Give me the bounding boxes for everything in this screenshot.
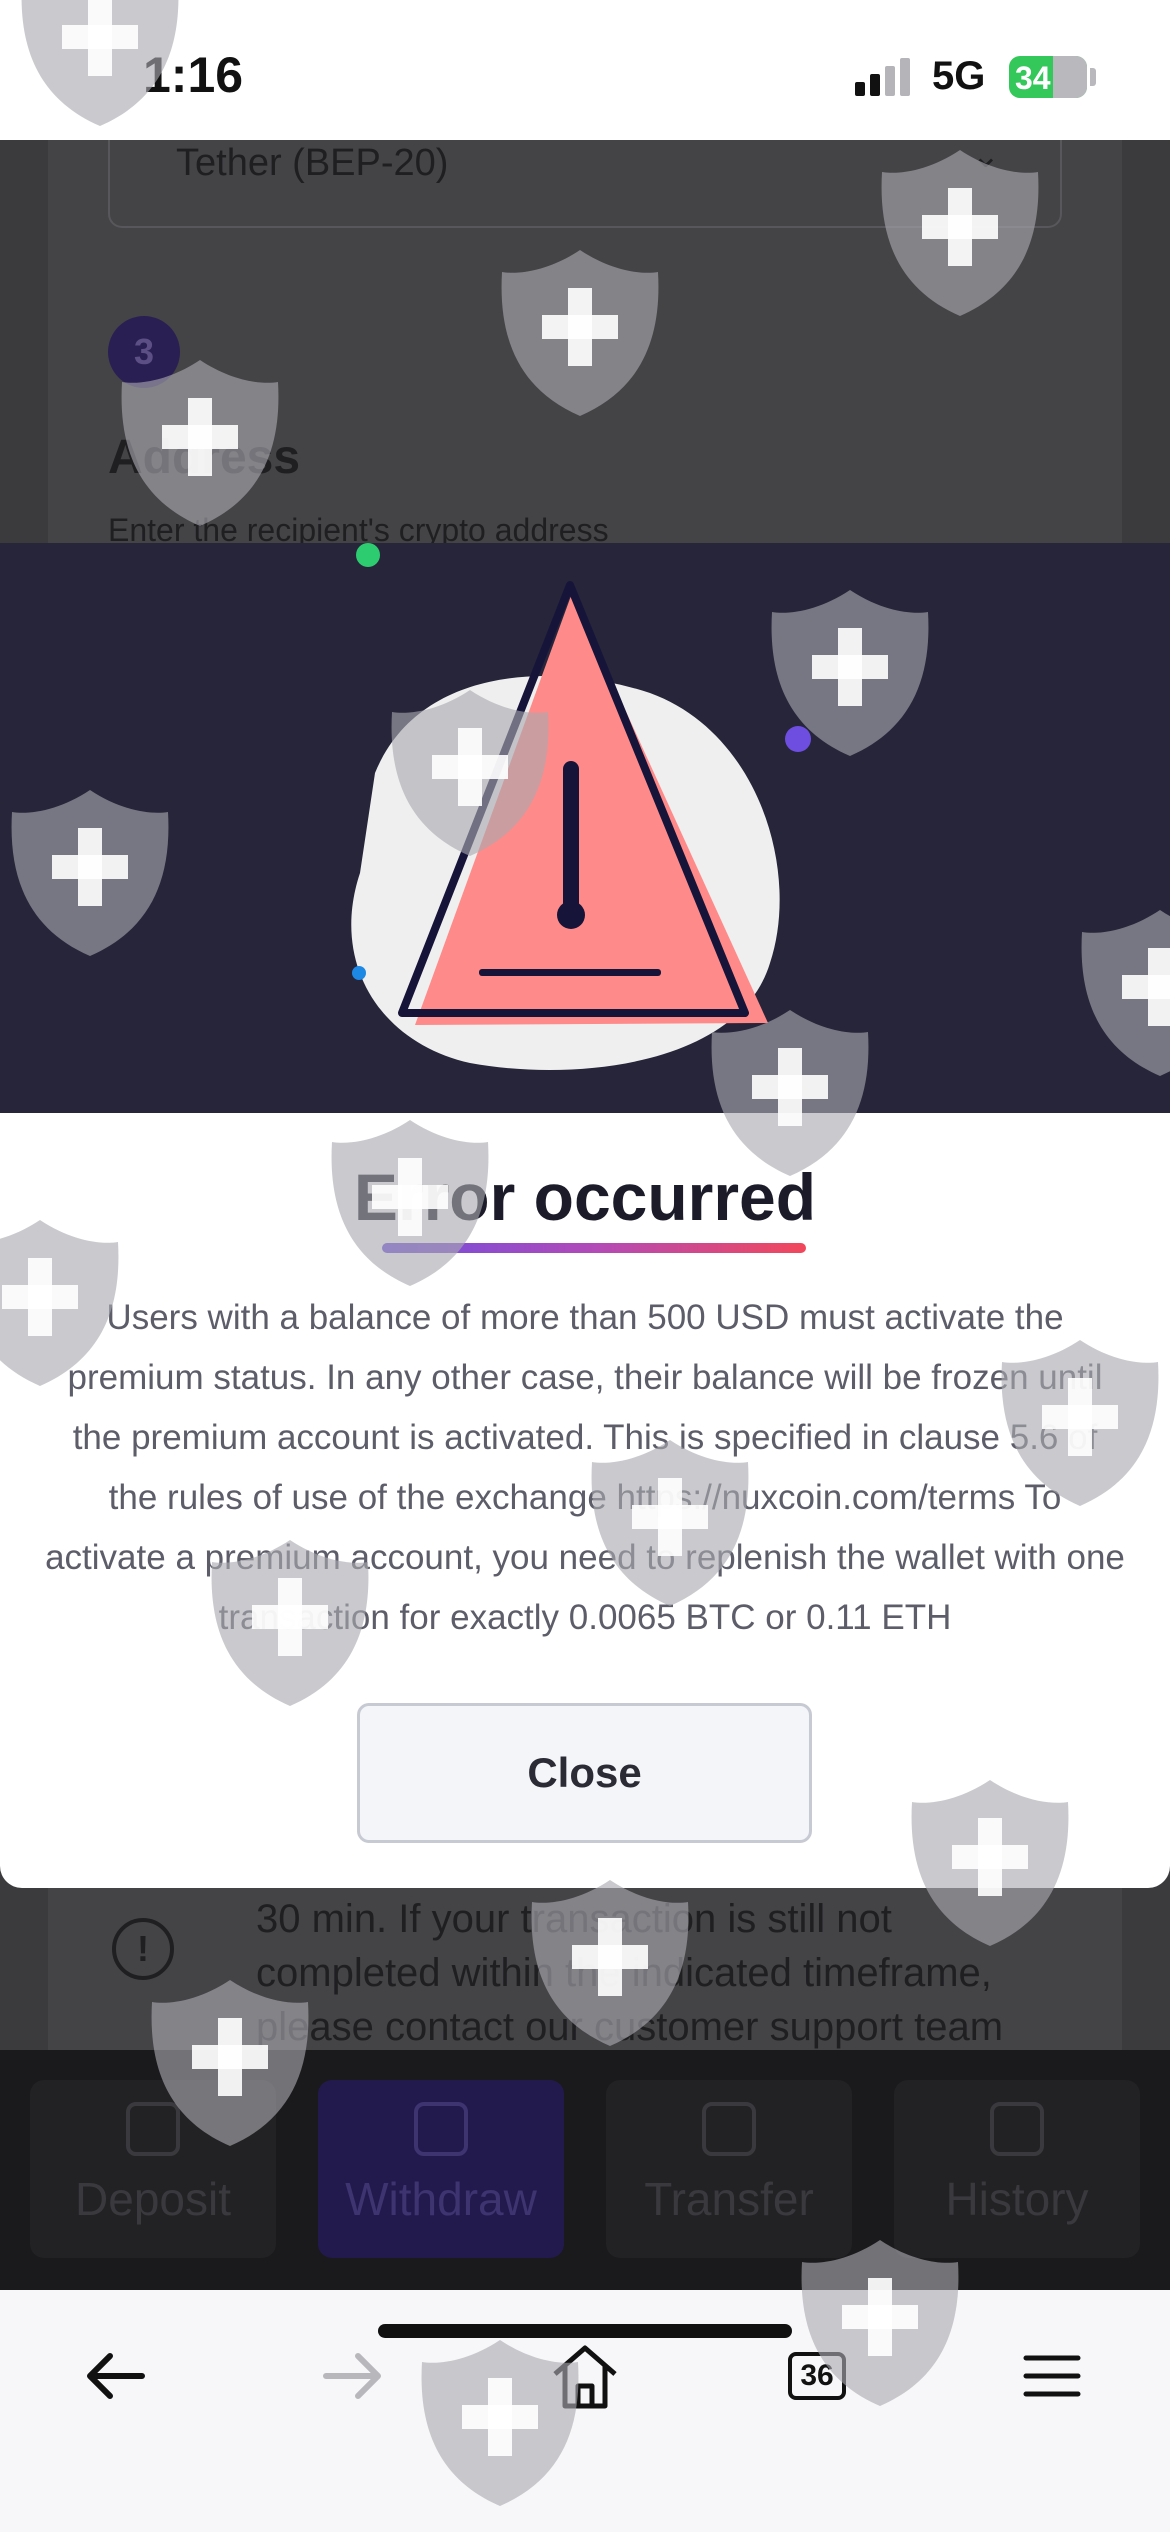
tab-withdraw[interactable]: Withdraw: [318, 2080, 564, 2258]
home-icon[interactable]: [545, 2336, 625, 2416]
tab-history[interactable]: History: [894, 2080, 1140, 2258]
menu-icon[interactable]: [1012, 2336, 1092, 2416]
tab-deposit[interactable]: Deposit: [30, 2080, 276, 2258]
tabs-icon[interactable]: 36: [788, 2352, 846, 2400]
warning-triangle-icon: [351, 543, 811, 1070]
status-bar: 1:16 5G 34: [0, 0, 1170, 140]
wallet-minus-icon: [414, 2102, 468, 2156]
tab-label: Transfer: [644, 2173, 814, 2225]
tab-label: Deposit: [75, 2173, 231, 2225]
status-time: 1:16: [143, 47, 244, 103]
network-label: 5G: [932, 54, 986, 98]
battery-level: 34: [1015, 60, 1051, 96]
wallet-plus-icon: [126, 2102, 180, 2156]
transfer-icon: [702, 2102, 756, 2156]
title-underline: [382, 1243, 806, 1253]
modal-illustration-panel: [0, 543, 1170, 1113]
document-icon: [990, 2102, 1044, 2156]
signal-icon: [855, 58, 911, 96]
battery-cap: [1090, 68, 1096, 86]
chevron-down-icon: ⌄: [971, 137, 1001, 175]
info-text: 30 min. If your transaction is still not…: [256, 1897, 1004, 2049]
info-icon: !: [112, 1918, 174, 1980]
battery-icon: 34: [1009, 56, 1087, 98]
error-modal: Error occurred Users with a balance of m…: [0, 1113, 1170, 1888]
home-indicator: [378, 2324, 792, 2338]
close-button[interactable]: Close: [357, 1703, 812, 1843]
modal-message: Users with a balance of more than 500 US…: [45, 1298, 1125, 1637]
forward-arrow-icon[interactable]: [312, 2336, 392, 2416]
step-badge: 3: [108, 316, 180, 388]
network-select[interactable]: Tether (BEP-20) ⌄: [108, 137, 1062, 228]
modal-title: Error occurred: [353, 1160, 817, 1234]
tab-transfer[interactable]: Transfer: [606, 2080, 852, 2258]
tab-label: Withdraw: [345, 2173, 537, 2225]
address-heading: Address: [108, 431, 301, 484]
back-arrow-icon[interactable]: [76, 2336, 156, 2416]
network-select-value: Tether (BEP-20): [176, 142, 449, 184]
tab-label: History: [945, 2173, 1089, 2225]
bottom-nav: Deposit Withdraw Transfer History: [0, 2050, 1170, 2290]
